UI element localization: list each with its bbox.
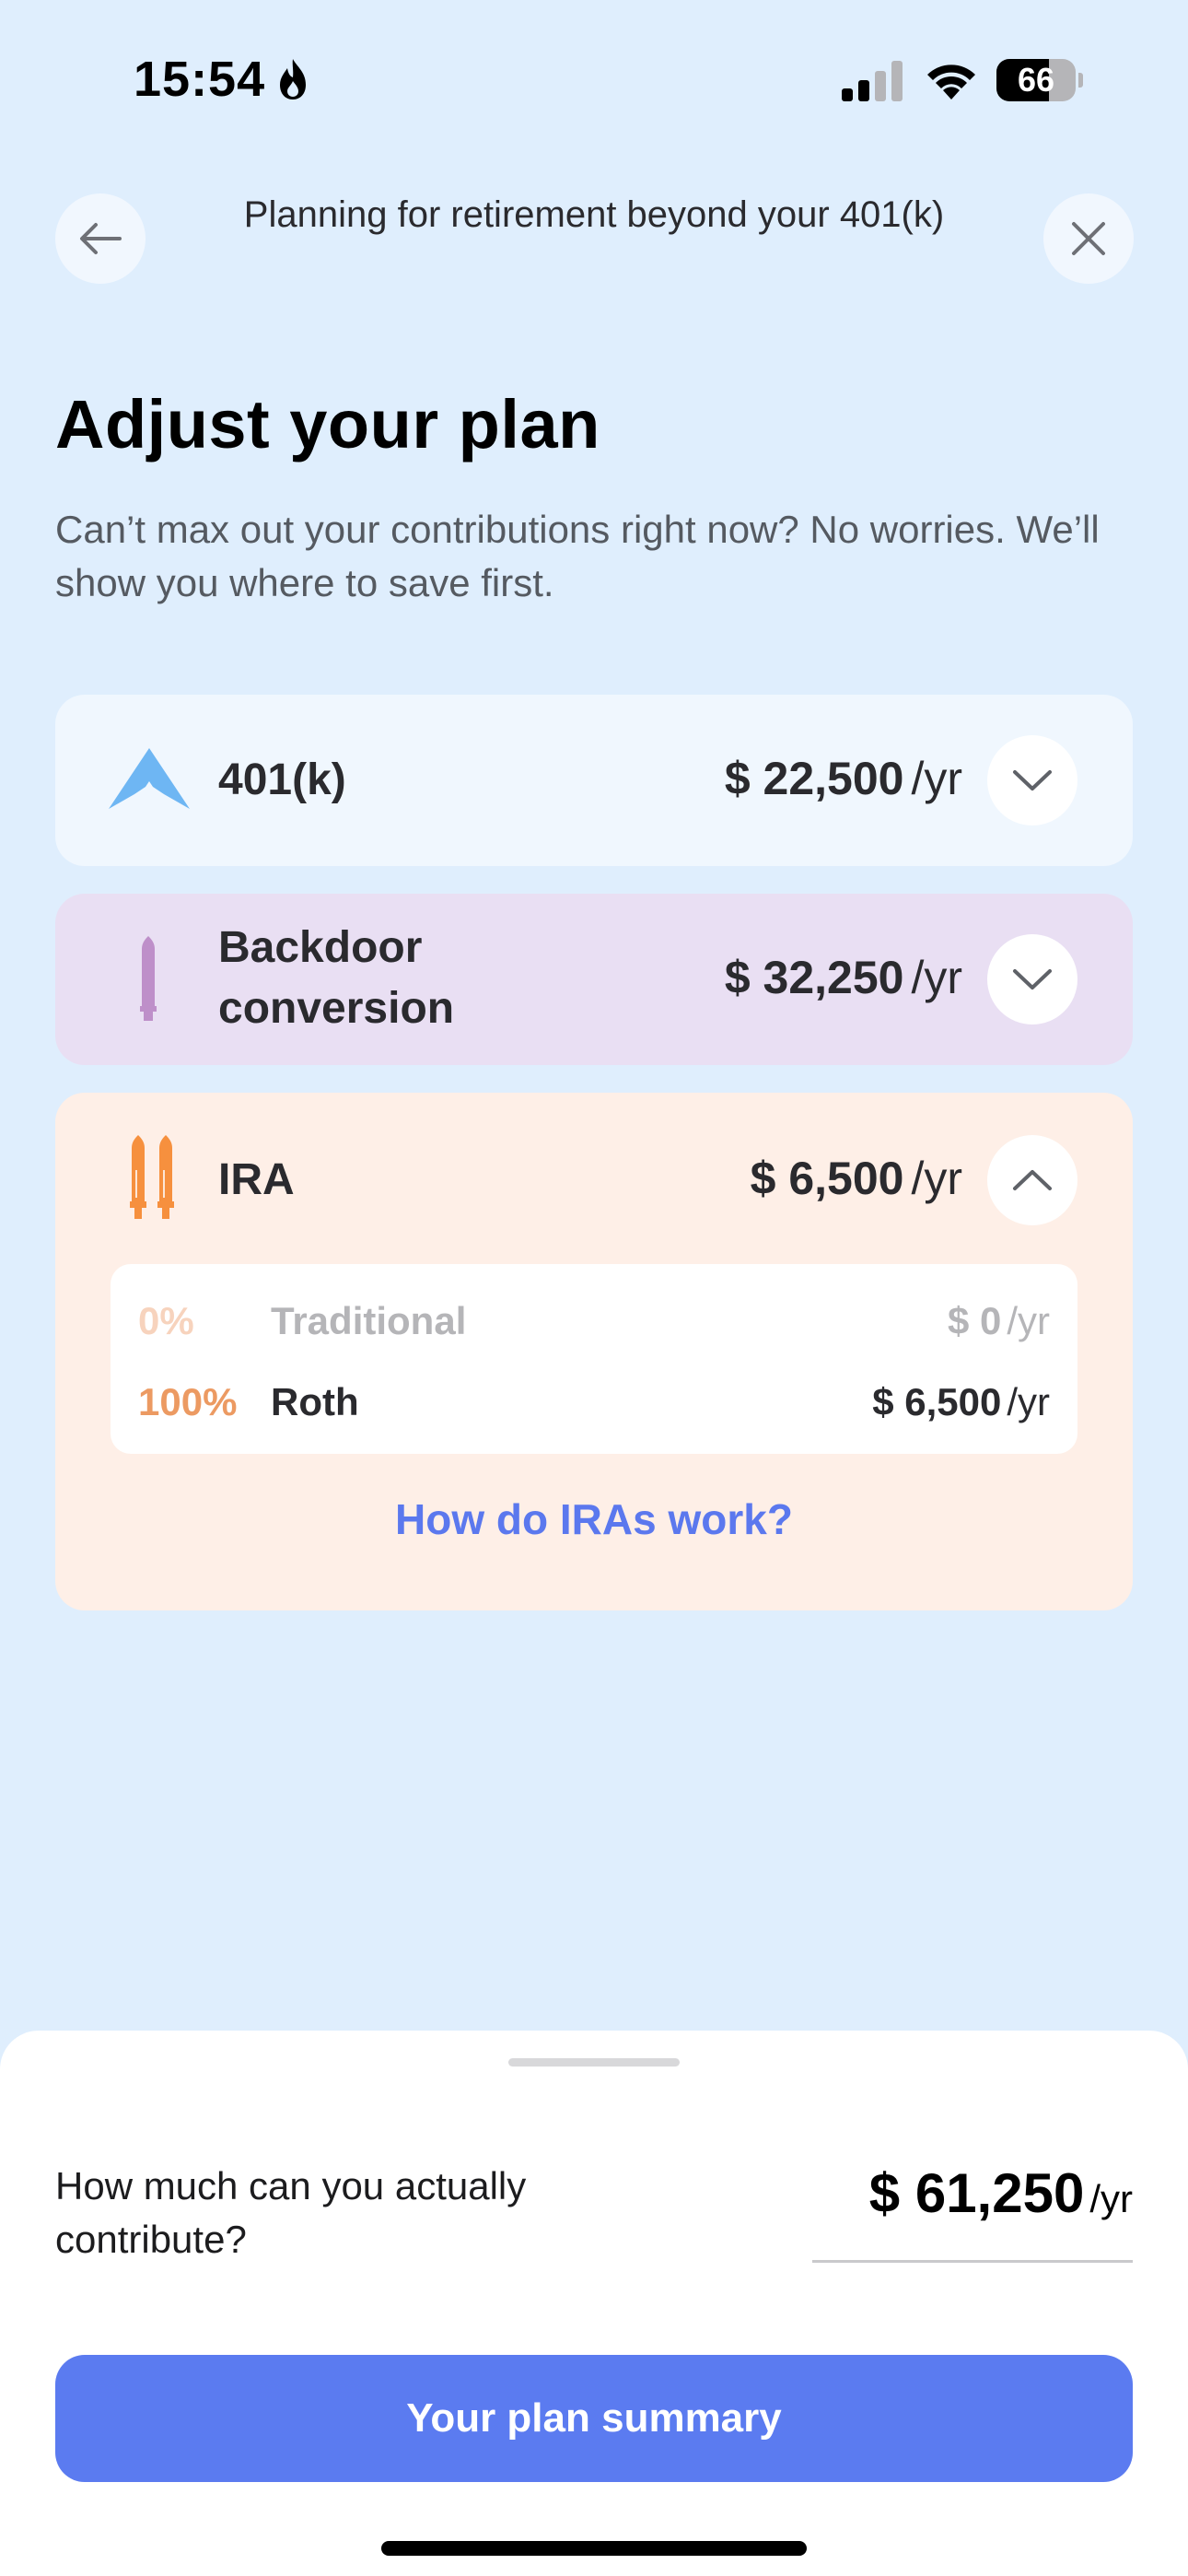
arrow-left-icon	[80, 223, 122, 254]
account-amount: $ 6,500/yr	[750, 1153, 962, 1204]
breakdown-percent: 0%	[138, 1299, 194, 1342]
account-label: IRA	[218, 1155, 295, 1204]
status-bar: 15:54 66	[0, 0, 1188, 147]
battery-indicator: 66	[996, 59, 1083, 101]
breakdown-amount: $ 0/yr	[947, 1299, 1050, 1342]
battery-level-text: 66	[1017, 61, 1055, 99]
status-time: 15:54	[134, 52, 266, 107]
expand-button-backdoor[interactable]	[987, 934, 1077, 1025]
chevron-down-icon	[1013, 770, 1052, 790]
wifi-icon	[927, 64, 975, 100]
account-card-401k[interactable]: 401(k) $ 22,500/yr	[55, 695, 1133, 866]
contribution-input[interactable]: $ 61,250/yr	[812, 2152, 1133, 2263]
breakdown-row-roth[interactable]: 100% Roth $ 6,500/yr	[111, 1373, 1077, 1428]
account-amount: $ 22,500/yr	[724, 753, 962, 804]
flame-icon	[280, 59, 306, 100]
contribution-unit: /yr	[1089, 2177, 1133, 2220]
close-button[interactable]	[1043, 193, 1134, 284]
page-subtitle: Can’t max out your contributions right n…	[55, 508, 1100, 604]
ira-breakdown: 0% Traditional $ 0/yr 100% Roth $ 6,500/…	[111, 1264, 1077, 1454]
page-title: Adjust your plan	[55, 386, 600, 463]
expand-button-401k[interactable]	[987, 735, 1077, 825]
plan-summary-button[interactable]: Your plan summary	[55, 2355, 1133, 2482]
screen: 15:54 66 Planning for retirement beyond …	[0, 0, 1188, 2576]
account-card-backdoor[interactable]: Backdoor conversion $ 32,250/yr	[55, 894, 1133, 1065]
back-button[interactable]	[55, 193, 146, 284]
collapse-button-ira[interactable]	[987, 1135, 1077, 1225]
contribution-value: $ 61,250	[868, 2162, 1085, 2224]
account-label: Backdoor conversion	[218, 923, 455, 1033]
account-card-ira[interactable]: IRA $ 6,500/yr 0% Traditional $ 0/yr 100…	[55, 1093, 1133, 1610]
contribution-question: How much can you actually contribute?	[55, 2164, 527, 2261]
breakdown-name: Roth	[271, 1380, 359, 1423]
close-icon	[1072, 222, 1105, 255]
rocket-icon	[140, 936, 157, 1021]
breakdown-row-traditional[interactable]: 0% Traditional $ 0/yr	[111, 1292, 1077, 1347]
account-amount: $ 32,250/yr	[724, 952, 962, 1003]
mountain-icon	[109, 748, 190, 809]
bottom-sheet: How much can you actually contribute? $ …	[0, 2031, 1188, 2576]
cellular-signal-icon	[842, 61, 903, 101]
chevron-down-icon	[1013, 969, 1052, 989]
header-title: Planning for retirement beyond your 401(…	[243, 194, 945, 235]
chevron-up-icon	[1013, 1170, 1052, 1190]
breakdown-percent: 100%	[138, 1380, 238, 1423]
twin-rockets-icon	[130, 1135, 174, 1219]
sheet-handle[interactable]	[508, 2058, 680, 2067]
home-indicator[interactable]	[381, 2541, 807, 2556]
account-label: 401(k)	[218, 755, 346, 804]
breakdown-name: Traditional	[271, 1299, 467, 1342]
how-iras-work-link[interactable]: How do IRAs work?	[55, 1494, 1133, 1544]
breakdown-amount: $ 6,500/yr	[872, 1380, 1050, 1423]
